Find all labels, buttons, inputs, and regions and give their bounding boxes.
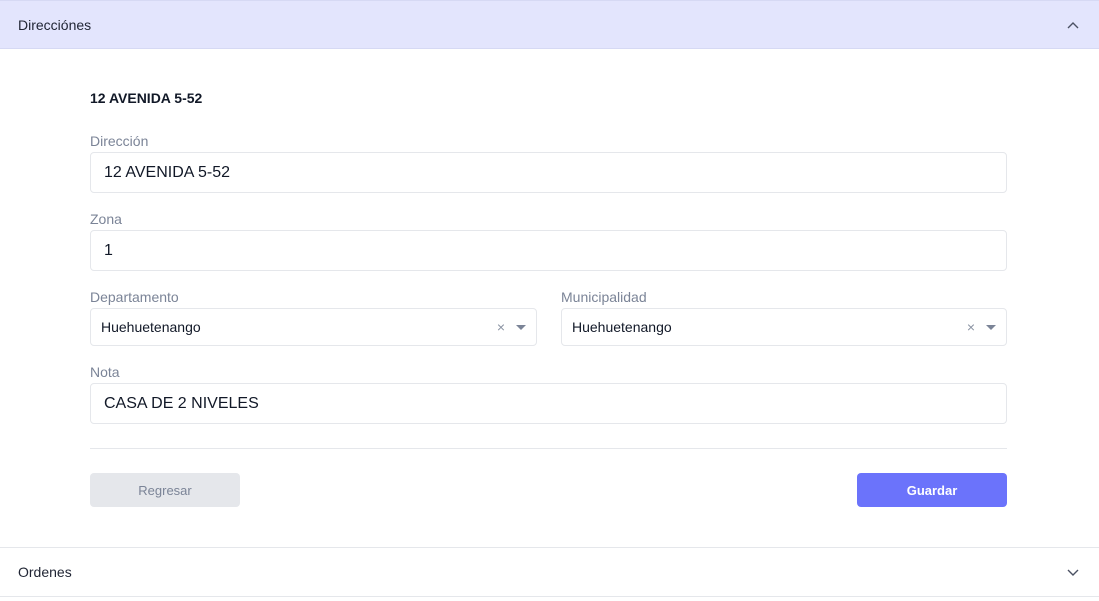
- accordion-header-direcciones[interactable]: Direcciónes: [0, 0, 1099, 49]
- nota-input[interactable]: [90, 383, 1007, 424]
- municipalidad-label: Municipalidad: [561, 289, 647, 305]
- zona-label: Zona: [90, 211, 122, 227]
- accordion-title-ordenes: Ordenes: [18, 564, 72, 580]
- departamento-selected-value: Huehuetenango: [101, 319, 201, 335]
- chevron-up-icon[interactable]: [1065, 17, 1081, 33]
- nota-label: Nota: [90, 364, 120, 380]
- direccion-label: Dirección: [90, 133, 149, 149]
- departamento-label: Departamento: [90, 289, 179, 305]
- accordion-title-direcciones: Direcciónes: [18, 16, 92, 33]
- back-button[interactable]: Regresar: [90, 473, 240, 507]
- departamento-caret-icon[interactable]: [516, 324, 526, 330]
- departamento-select[interactable]: Huehuetenango ×: [90, 308, 537, 346]
- municipalidad-caret-icon[interactable]: [986, 324, 996, 330]
- form-divider: [90, 448, 1007, 449]
- municipalidad-clear-icon[interactable]: ×: [964, 320, 978, 334]
- address-title: 12 AVENIDA 5-52: [90, 90, 203, 106]
- zona-input[interactable]: [90, 230, 1007, 271]
- municipalidad-select[interactable]: Huehuetenango ×: [561, 308, 1007, 346]
- save-button[interactable]: Guardar: [857, 473, 1007, 507]
- accordion-header-ordenes[interactable]: Ordenes: [0, 547, 1099, 597]
- municipalidad-selected-value: Huehuetenango: [572, 319, 672, 335]
- direccion-input[interactable]: [90, 152, 1007, 193]
- departamento-clear-icon[interactable]: ×: [494, 320, 508, 334]
- chevron-down-icon[interactable]: [1065, 564, 1081, 580]
